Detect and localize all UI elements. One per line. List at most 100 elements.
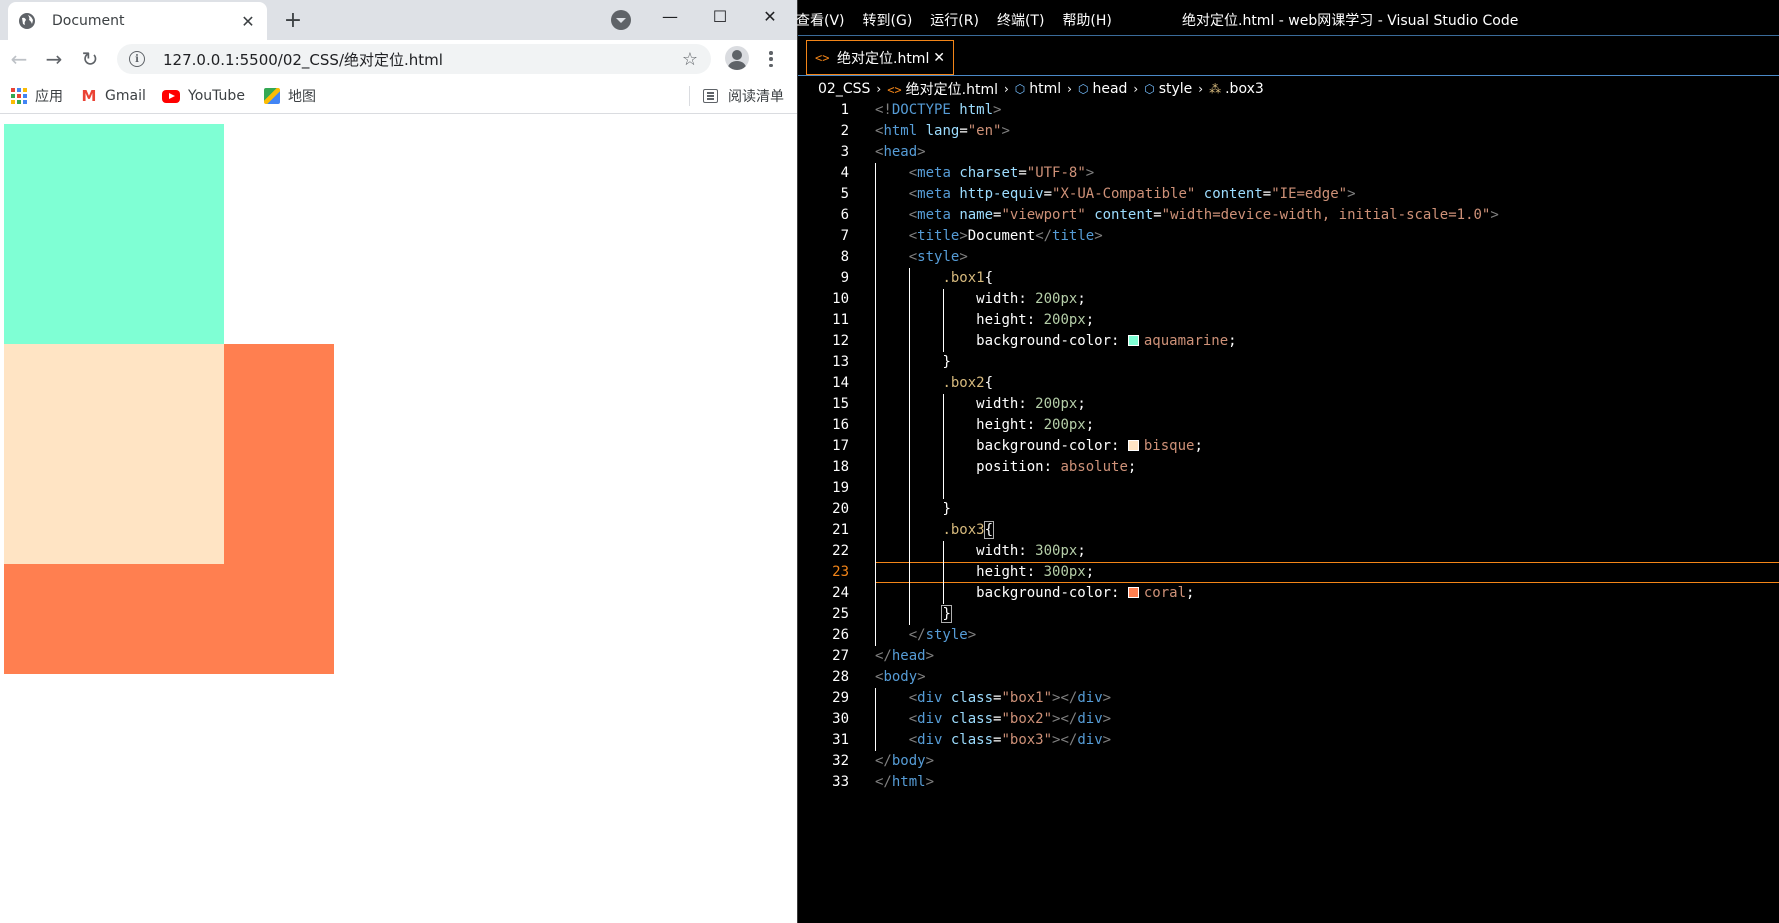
color-swatch-icon[interactable]: [1127, 335, 1139, 346]
close-tab-icon[interactable]: ✕: [239, 12, 257, 31]
breadcrumb-item[interactable]: ⁂ .box3: [1209, 81, 1264, 97]
code-line[interactable]: 29 <div class="box1"></div>: [798, 688, 1779, 709]
color-swatch-icon[interactable]: [1127, 440, 1139, 451]
back-arrow-icon[interactable]: ←: [7, 47, 31, 71]
code-editor[interactable]: 1 <!DOCTYPE html> 2 <html lang="en"> 3 <head>…: [798, 100, 1779, 923]
code-token: div: [917, 690, 951, 706]
indent-guide: [943, 541, 944, 604]
breadcrumb-item[interactable]: <> 绝对定位.html: [887, 79, 998, 99]
bookmarks-divider: [689, 86, 690, 106]
reading-list-button[interactable]: 阅读清单: [703, 86, 784, 106]
new-tab-button[interactable]: +: [281, 8, 305, 33]
code-token: ;: [1077, 543, 1086, 559]
code-line[interactable]: 1 <!DOCTYPE html>: [798, 100, 1779, 121]
bookmark-gmail[interactable]: M Gmail: [81, 86, 146, 106]
info-icon[interactable]: i: [129, 51, 145, 67]
code-text: }: [875, 352, 951, 373]
menu-item[interactable]: 终端(T): [997, 10, 1044, 30]
more-menu-icon[interactable]: [762, 49, 780, 69]
breadcrumb-item[interactable]: ⬡ head: [1078, 81, 1127, 97]
code-token: background-color: [976, 438, 1112, 454]
code-line[interactable]: 30 <div class="box2"></div>: [798, 709, 1779, 730]
menu-item[interactable]: 查看(V): [796, 10, 845, 30]
code-line[interactable]: 33 </html>: [798, 772, 1779, 793]
code-token: >: [925, 648, 935, 664]
code-line[interactable]: 15 width: 200px;: [798, 394, 1779, 415]
globe-icon: [19, 13, 35, 29]
code-token: :: [1026, 312, 1044, 328]
code-line[interactable]: 5 <meta http-equiv="X-UA-Compatible" con…: [798, 184, 1779, 205]
code-token: }: [942, 354, 951, 370]
close-window-icon[interactable]: ✕: [747, 0, 793, 32]
code-line[interactable]: 8 <style>: [798, 247, 1779, 268]
bookmark-apps[interactable]: 应用: [11, 86, 63, 106]
bookmark-maps[interactable]: 地图: [264, 86, 316, 106]
code-line[interactable]: 25 }: [798, 604, 1779, 625]
code-line[interactable]: 14 .box2{: [798, 373, 1779, 394]
code-token: meta: [917, 207, 960, 223]
code-line[interactable]: 21 .box3{: [798, 520, 1779, 541]
code-line[interactable]: 16 height: 200px;: [798, 415, 1779, 436]
close-editor-tab-icon[interactable]: ✕: [933, 50, 945, 66]
code-line[interactable]: 10 width: 200px;: [798, 289, 1779, 310]
forward-arrow-icon[interactable]: →: [42, 47, 66, 71]
code-token: >: [1102, 732, 1112, 748]
line-number: 31: [832, 732, 849, 748]
code-token: :: [1026, 417, 1044, 433]
code-line[interactable]: 4 <meta charset="UTF-8">: [798, 163, 1779, 184]
bookmark-label: YouTube: [188, 88, 245, 104]
code-token: {: [983, 521, 995, 539]
reload-icon[interactable]: ↻: [78, 47, 102, 71]
bookmark-youtube[interactable]: YouTube: [162, 86, 245, 106]
code-text: width: 300px;: [875, 541, 1086, 562]
code-line[interactable]: 24 background-color: coral;: [798, 583, 1779, 604]
code-line[interactable]: 13 }: [798, 352, 1779, 373]
color-swatch-icon[interactable]: [1127, 587, 1139, 598]
breadcrumb-item[interactable]: ⬡ style: [1144, 81, 1192, 97]
code-line[interactable]: 12 background-color: aquamarine;: [798, 331, 1779, 352]
code-token: :: [1018, 291, 1036, 307]
minimize-icon[interactable]: —: [647, 0, 693, 32]
code-line[interactable]: 28 <body>: [798, 667, 1779, 688]
code-line[interactable]: 31 <div class="box3"></div>: [798, 730, 1779, 751]
url-text[interactable]: 127.0.0.1:5500/02_CSS/绝对定位.html: [163, 49, 679, 70]
code-line[interactable]: 17 background-color: bisque;: [798, 436, 1779, 457]
menu-item[interactable]: 转到(G): [863, 10, 913, 30]
code-text: .box3{: [875, 520, 995, 541]
code-line[interactable]: 6 <meta name="viewport" content="width=d…: [798, 205, 1779, 226]
menu-item[interactable]: 运行(R): [930, 10, 979, 30]
code-line[interactable]: 22 width: 300px;: [798, 541, 1779, 562]
maximize-icon[interactable]: ☐: [697, 0, 743, 32]
maps-icon: [264, 88, 280, 104]
code-line[interactable]: 18 position: absolute;: [798, 457, 1779, 478]
code-line[interactable]: 19: [798, 478, 1779, 499]
code-text: </html>: [875, 772, 934, 793]
code-line[interactable]: 9 .box1{: [798, 268, 1779, 289]
menu-item[interactable]: 帮助(H): [1062, 10, 1111, 30]
bookmark-star-icon[interactable]: ☆: [679, 49, 701, 70]
browser-tab[interactable]: Document ✕: [8, 2, 267, 40]
address-bar[interactable]: i 127.0.0.1:5500/02_CSS/绝对定位.html ☆: [117, 44, 711, 74]
code-text: background-color: aquamarine;: [875, 331, 1236, 352]
code-token: "viewport": [1001, 207, 1095, 223]
code-line[interactable]: 11 height: 200px;: [798, 310, 1779, 331]
code-line[interactable]: 23 height: 300px;: [798, 562, 1779, 583]
breadcrumb-item[interactable]: ⬡ html: [1015, 81, 1061, 97]
code-line[interactable]: 27 </head>: [798, 646, 1779, 667]
tab-search-icon[interactable]: [611, 10, 631, 30]
profile-avatar-icon[interactable]: [725, 46, 749, 70]
code-line[interactable]: 7 <title>Document</title>: [798, 226, 1779, 247]
code-line[interactable]: 20 }: [798, 499, 1779, 520]
breadcrumb-item[interactable]: 02_CSS: [818, 81, 870, 97]
code-token: >: [917, 144, 926, 160]
code-token: ;: [1085, 417, 1095, 433]
editor-tab-active[interactable]: <> 绝对定位.html ✕: [806, 40, 954, 75]
code-line[interactable]: 2 <html lang="en">: [798, 121, 1779, 142]
code-line[interactable]: 32 </body>: [798, 751, 1779, 772]
code-line[interactable]: 26 </style>: [798, 625, 1779, 646]
code-token: content: [1203, 186, 1263, 202]
code-line[interactable]: 3 <head>: [798, 142, 1779, 163]
code-token: >: [959, 249, 968, 265]
